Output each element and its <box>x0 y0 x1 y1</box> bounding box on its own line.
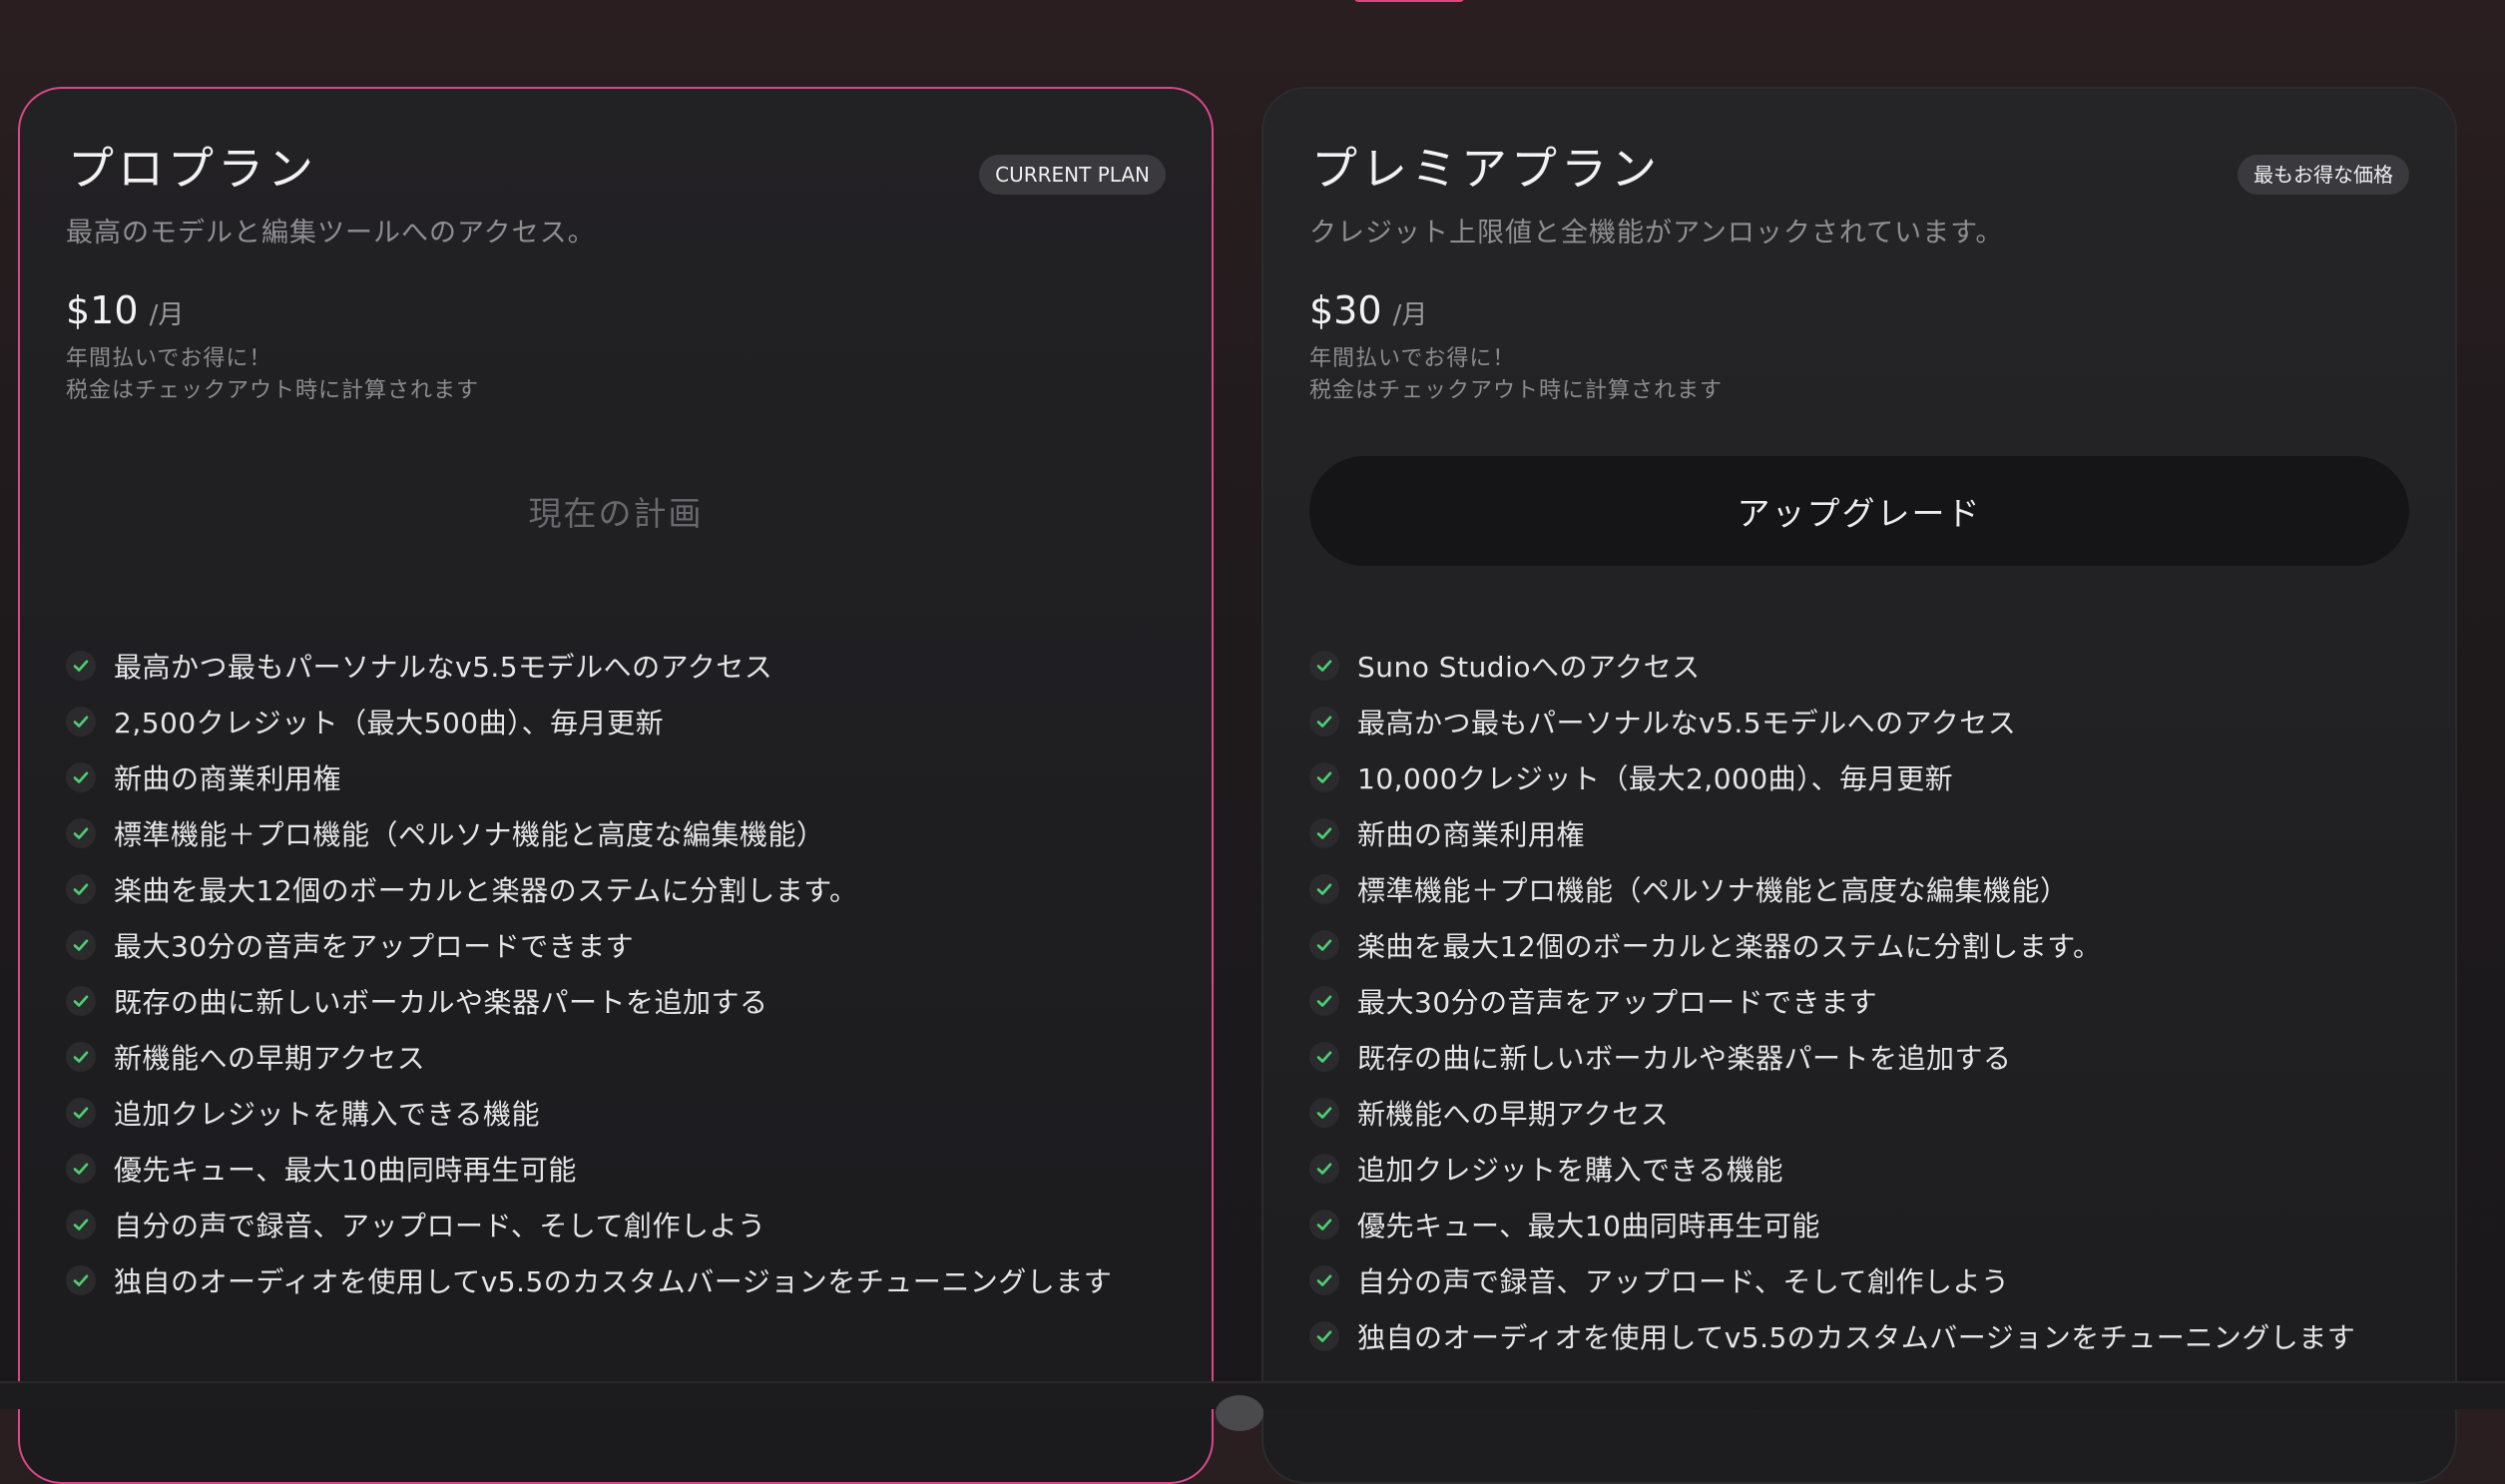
feature-text: 2,500クレジット（最大500曲）、毎月更新 <box>114 707 665 740</box>
plan-description: 最高のモデルと編集ツールへのアクセス。 <box>66 218 596 248</box>
feature-item: 2,500クレジット（最大500曲）、毎月更新 <box>66 694 1112 749</box>
feature-text: 最高かつ最もパーソナルなv5.5モデルへのアクセス <box>114 651 773 684</box>
feature-list: 最高かつ最もパーソナルなv5.5モデルへのアクセス 2,500クレジット（最大50… <box>66 638 1112 1308</box>
feature-text: 既存の曲に新しいボーカルや楽器パートを追加する <box>114 986 768 1019</box>
feature-text: 楽曲を最大12個のボーカルと楽器のステムに分割します。 <box>1357 930 2102 963</box>
feature-item: 10,000クレジット（最大2,000曲）、毎月更新 <box>1309 749 2355 805</box>
check-icon <box>1309 874 1339 904</box>
feature-item: Suno Studioへのアクセス <box>1309 638 2355 694</box>
feature-text: 標準機能＋プロ機能（ペルソナ機能と高度な編集機能） <box>1357 874 2069 907</box>
check-icon <box>1309 1098 1339 1128</box>
check-icon <box>66 874 96 904</box>
current-plan-badge: CURRENT PLAN <box>979 155 1166 195</box>
plan-price: $10 <box>66 288 139 332</box>
feature-item: 新曲の商業利用権 <box>66 749 1112 805</box>
feature-text: 自分の声で録音、アップロード、そして創作しよう <box>1357 1265 2010 1298</box>
feature-text: 最大30分の音声をアップロードできます <box>1357 986 1878 1019</box>
feature-item: 楽曲を最大12個のボーカルと楽器のステムに分割します。 <box>66 861 1112 917</box>
feature-text: 新曲の商業利用権 <box>1357 818 1586 851</box>
price-period: /月 <box>1392 300 1428 330</box>
feature-item: 最高かつ最もパーソナルなv5.5モデルへのアクセス <box>1309 694 2355 749</box>
feature-text: 独自のオーディオを使用してv5.5のカスタムバージョンをチューニングします <box>114 1265 1113 1298</box>
check-icon <box>66 986 96 1016</box>
check-icon <box>1309 651 1339 681</box>
feature-text: 最大30分の音声をアップロードできます <box>114 930 635 963</box>
feature-item: 新機能への早期アクセス <box>66 1029 1112 1085</box>
check-icon <box>66 1098 96 1128</box>
feature-item: 既存の曲に新しいボーカルや楽器パートを追加する <box>66 973 1112 1029</box>
feature-text: 最高かつ最もパーソナルなv5.5モデルへのアクセス <box>1357 707 2017 740</box>
feature-item: 優先キュー、最大10曲同時再生可能 <box>66 1141 1112 1197</box>
feature-text: 優先キュー、最大10曲同時再生可能 <box>114 1154 577 1187</box>
check-icon <box>1309 762 1339 792</box>
active-tab-indicator <box>1354 0 1464 2</box>
check-icon <box>66 651 96 681</box>
feature-item: 最大30分の音声をアップロードできます <box>66 917 1112 973</box>
price-row: $30 /月 <box>1309 288 1427 332</box>
premier-plan-card: プレミアプラン 最もお得な価格 クレジット上限値と全機能がアンロックされています… <box>1261 87 2457 1484</box>
feature-text: 既存の曲に新しいボーカルや楽器パートを追加する <box>1357 1042 2012 1075</box>
current-plan-button: 現在の計画 <box>66 456 1166 566</box>
feature-text: 追加クレジットを購入できる機能 <box>114 1098 540 1131</box>
check-icon <box>1309 1154 1339 1184</box>
check-icon <box>66 1210 96 1239</box>
feature-item: 独自のオーディオを使用してv5.5のカスタムバージョンをチューニングします <box>1309 1308 2355 1364</box>
upgrade-button[interactable]: アップグレード <box>1309 456 2409 566</box>
feature-item: 自分の声で録音、アップロード、そして創作しよう <box>1309 1252 2355 1308</box>
check-icon <box>1309 986 1339 1016</box>
price-row: $10 /月 <box>66 288 184 332</box>
feature-item: 標準機能＋プロ機能（ペルソナ機能と高度な編集機能） <box>66 805 1112 861</box>
price-period: /月 <box>149 300 185 330</box>
check-icon <box>66 1265 96 1295</box>
feature-text: 楽曲を最大12個のボーカルと楽器のステムに分割します。 <box>114 874 858 907</box>
feature-item: 優先キュー、最大10曲同時再生可能 <box>1309 1197 2355 1252</box>
feature-item: 独自のオーディオを使用してv5.5のカスタムバージョンをチューニングします <box>66 1252 1112 1308</box>
check-icon <box>1309 707 1339 737</box>
check-icon <box>66 818 96 848</box>
scroll-handle[interactable] <box>1216 1395 1263 1431</box>
feature-item: 最大30分の音声をアップロードできます <box>1309 973 2355 1029</box>
feature-item: 最高かつ最もパーソナルなv5.5モデルへのアクセス <box>66 638 1112 694</box>
plan-title: プレミアプラン <box>1311 142 1661 196</box>
feature-item: 追加クレジットを購入できる機能 <box>66 1085 1112 1141</box>
feature-item: 既存の曲に新しいボーカルや楽器パートを追加する <box>1309 1029 2355 1085</box>
check-icon <box>66 1042 96 1072</box>
check-icon <box>1309 1321 1339 1351</box>
plan-price: $30 <box>1309 288 1382 332</box>
check-icon <box>1309 1210 1339 1239</box>
check-icon <box>66 1154 96 1184</box>
feature-item: 新機能への早期アクセス <box>1309 1085 2355 1141</box>
feature-text: 標準機能＋プロ機能（ペルソナ機能と高度な編集機能） <box>114 818 825 851</box>
best-value-badge: 最もお得な価格 <box>2238 155 2409 195</box>
check-icon <box>1309 930 1339 960</box>
pro-plan-card: プロプラン CURRENT PLAN 最高のモデルと編集ツールへのアクセス。 $… <box>18 87 1214 1484</box>
feature-item: 標準機能＋プロ機能（ペルソナ機能と高度な編集機能） <box>1309 861 2355 917</box>
feature-text: 優先キュー、最大10曲同時再生可能 <box>1357 1210 1820 1242</box>
feature-text: 新曲の商業利用権 <box>114 762 342 795</box>
feature-text: 追加クレジットを購入できる機能 <box>1357 1154 1783 1187</box>
feature-text: Suno Studioへのアクセス <box>1357 651 1701 684</box>
check-icon <box>1309 818 1339 848</box>
tax-note: 税金はチェックアウト時に計算されます <box>66 378 480 403</box>
feature-item: 新曲の商業利用権 <box>1309 805 2355 861</box>
feature-item: 楽曲を最大12個のボーカルと楽器のステムに分割します。 <box>1309 917 2355 973</box>
annual-note: 年間払いでお得に！ <box>66 346 272 371</box>
feature-text: 新機能への早期アクセス <box>114 1042 426 1075</box>
check-icon <box>66 930 96 960</box>
feature-text: 新機能への早期アクセス <box>1357 1098 1670 1131</box>
check-icon <box>66 707 96 737</box>
feature-item: 追加クレジットを購入できる機能 <box>1309 1141 2355 1197</box>
plan-title: プロプラン <box>68 142 317 196</box>
feature-item: 自分の声で録音、アップロード、そして創作しよう <box>66 1197 1112 1252</box>
check-icon <box>1309 1265 1339 1295</box>
tax-note: 税金はチェックアウト時に計算されます <box>1309 378 1724 403</box>
feature-list: Suno Studioへのアクセス最高かつ最もパーソナルなv5.5モデルへのアク… <box>1309 638 2355 1364</box>
check-icon <box>66 762 96 792</box>
annual-note: 年間払いでお得に！ <box>1309 346 1516 371</box>
check-icon <box>1309 1042 1339 1072</box>
plan-description: クレジット上限値と全機能がアンロックされています。 <box>1309 218 2004 248</box>
feature-text: 独自のオーディオを使用してv5.5のカスタムバージョンをチューニングします <box>1357 1321 2356 1354</box>
feature-text: 10,000クレジット（最大2,000曲）、毎月更新 <box>1357 762 1954 795</box>
feature-text: 自分の声で録音、アップロード、そして創作しよう <box>114 1210 766 1242</box>
